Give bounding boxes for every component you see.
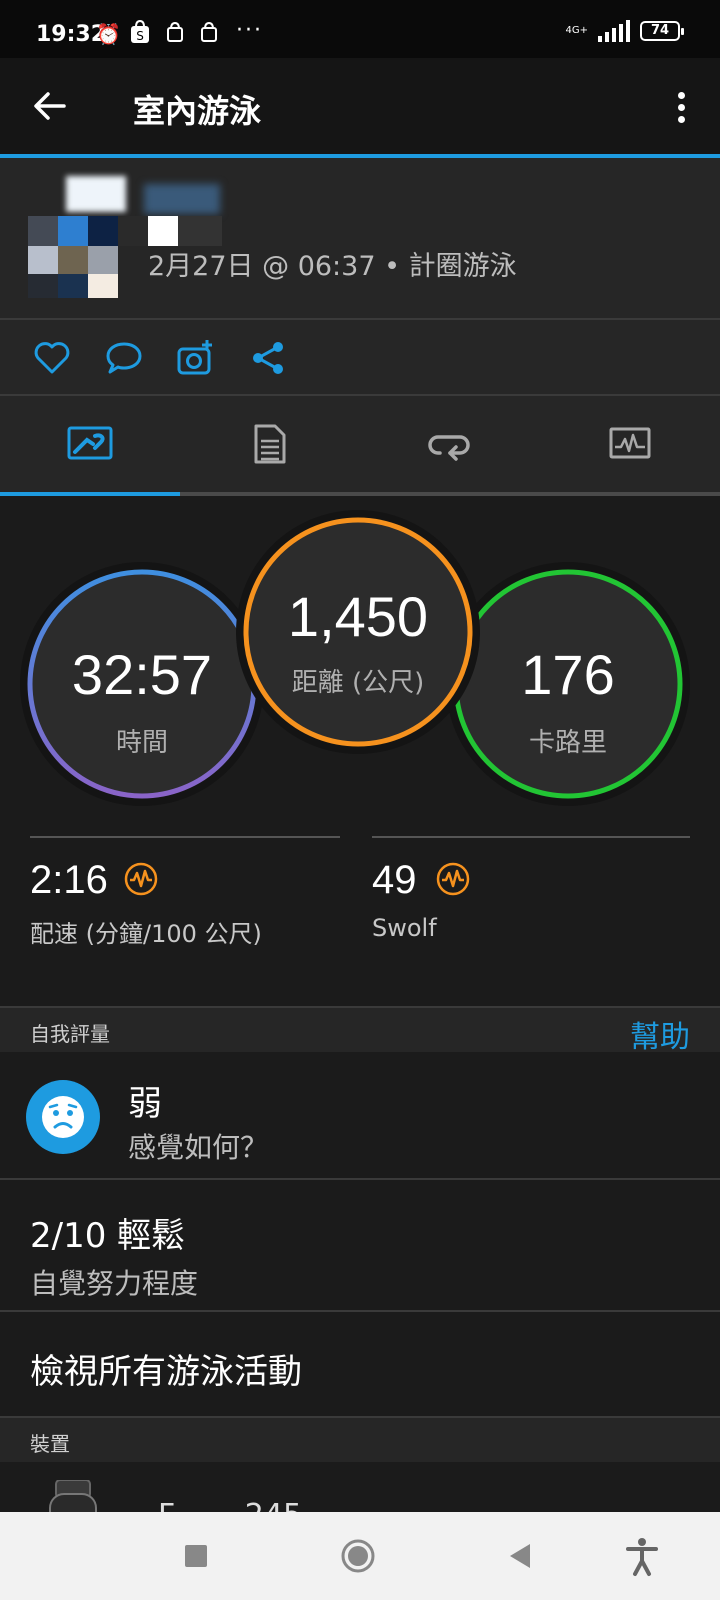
chart-icon — [609, 427, 651, 459]
page-title: 室內游泳 — [133, 92, 262, 130]
tab-details[interactable] — [180, 396, 360, 492]
view-all-swims-link[interactable]: 檢視所有游泳活動 — [30, 1344, 302, 1393]
svg-text:S: S — [136, 29, 144, 43]
app-bar: 室內游泳 — [0, 58, 720, 158]
time-value: 32:57 — [71, 643, 213, 706]
tab-summary[interactable] — [0, 396, 180, 492]
help-link[interactable]: 幫助 — [630, 1012, 690, 1056]
shopping-bag-icon — [200, 21, 218, 47]
swolf-value: 49 — [372, 858, 417, 902]
pace-label: 配速 (分鐘/100 公尺) — [30, 920, 262, 948]
calories-value: 176 — [521, 643, 615, 706]
back-arrow-icon[interactable] — [30, 86, 70, 126]
alarm-icon: ⏰ — [96, 22, 121, 46]
network-type: 4G+ — [565, 25, 589, 36]
pace-value: 2:16 — [30, 858, 108, 902]
battery-icon: 74 — [640, 21, 684, 41]
back-triangle-icon[interactable] — [498, 1534, 542, 1578]
summary-icon — [67, 426, 113, 460]
overflow-menu-icon[interactable] — [676, 92, 686, 124]
section-title: 裝置 — [30, 1432, 70, 1456]
effort-row[interactable]: 2/10 輕鬆 自覺努力程度 — [0, 1180, 720, 1312]
status-right: 4G+ 74 — [565, 20, 684, 42]
time-stat[interactable]: 32:57 時間 — [30, 572, 254, 796]
feel-value: 弱 — [128, 1084, 162, 1124]
more-notifications-icon: ··· — [236, 18, 263, 43]
battery-level: 74 — [650, 23, 670, 38]
divider — [372, 836, 690, 838]
recents-square-icon[interactable] — [174, 1534, 218, 1578]
calories-label: 卡路里 — [528, 728, 607, 758]
tab-charts[interactable] — [540, 396, 720, 492]
time-label: 時間 — [115, 728, 168, 758]
heart-icon[interactable] — [32, 338, 72, 378]
view-all-swims-row[interactable]: 檢視所有游泳活動 — [0, 1312, 720, 1418]
effort-label: 自覺努力程度 — [30, 1267, 199, 1300]
system-nav-bar — [0, 1512, 720, 1600]
comment-icon[interactable] — [104, 338, 144, 378]
feel-row[interactable]: 弱 感覺如何？ — [0, 1052, 720, 1180]
shopping-bag-icon — [166, 21, 184, 47]
share-icon[interactable] — [248, 338, 288, 378]
calories-stat[interactable]: 176 卡路里 — [456, 572, 680, 796]
self-eval-header: 自我評量 幫助 — [0, 1008, 720, 1055]
details-icon — [254, 424, 286, 464]
activity-header: 2月27日 @ 06:37 • 計圈游泳 — [0, 158, 720, 318]
accessibility-icon[interactable] — [620, 1534, 664, 1578]
add-photo-icon[interactable] — [176, 338, 216, 378]
effort-value: 2/10 輕鬆 — [30, 1216, 186, 1256]
signal-icon — [598, 20, 630, 42]
action-bar — [0, 320, 720, 394]
tab-bar — [0, 396, 720, 496]
stats-panel: 32:57 時間 1,450 距離 (公尺) 176 卡路里 2:16 配速 (… — [0, 496, 720, 1006]
section-title: 自我評量 — [30, 1022, 110, 1046]
feel-label: 感覺如何？ — [128, 1131, 269, 1164]
tab-laps[interactable] — [360, 396, 540, 492]
swolf-label: Swolf — [372, 914, 437, 942]
heart-rate-zone-icon — [436, 862, 470, 896]
shopee-icon: S — [130, 19, 150, 49]
activity-meta: 2月27日 @ 06:37 • 計圈游泳 — [148, 251, 517, 282]
distance-label: 距離 (公尺) — [291, 668, 425, 698]
device-header: 裝置 — [0, 1418, 720, 1462]
home-circle-icon[interactable] — [336, 1534, 380, 1578]
heart-rate-zone-icon — [124, 862, 158, 896]
distance-stat[interactable]: 1,450 距離 (公尺) — [246, 520, 470, 744]
sad-face-icon — [26, 1080, 100, 1154]
laps-icon — [428, 435, 470, 461]
status-bar: 19:32 ⏰ S ··· 4G+ 74 — [0, 0, 720, 58]
distance-value: 1,450 — [287, 585, 429, 648]
divider — [30, 836, 340, 838]
